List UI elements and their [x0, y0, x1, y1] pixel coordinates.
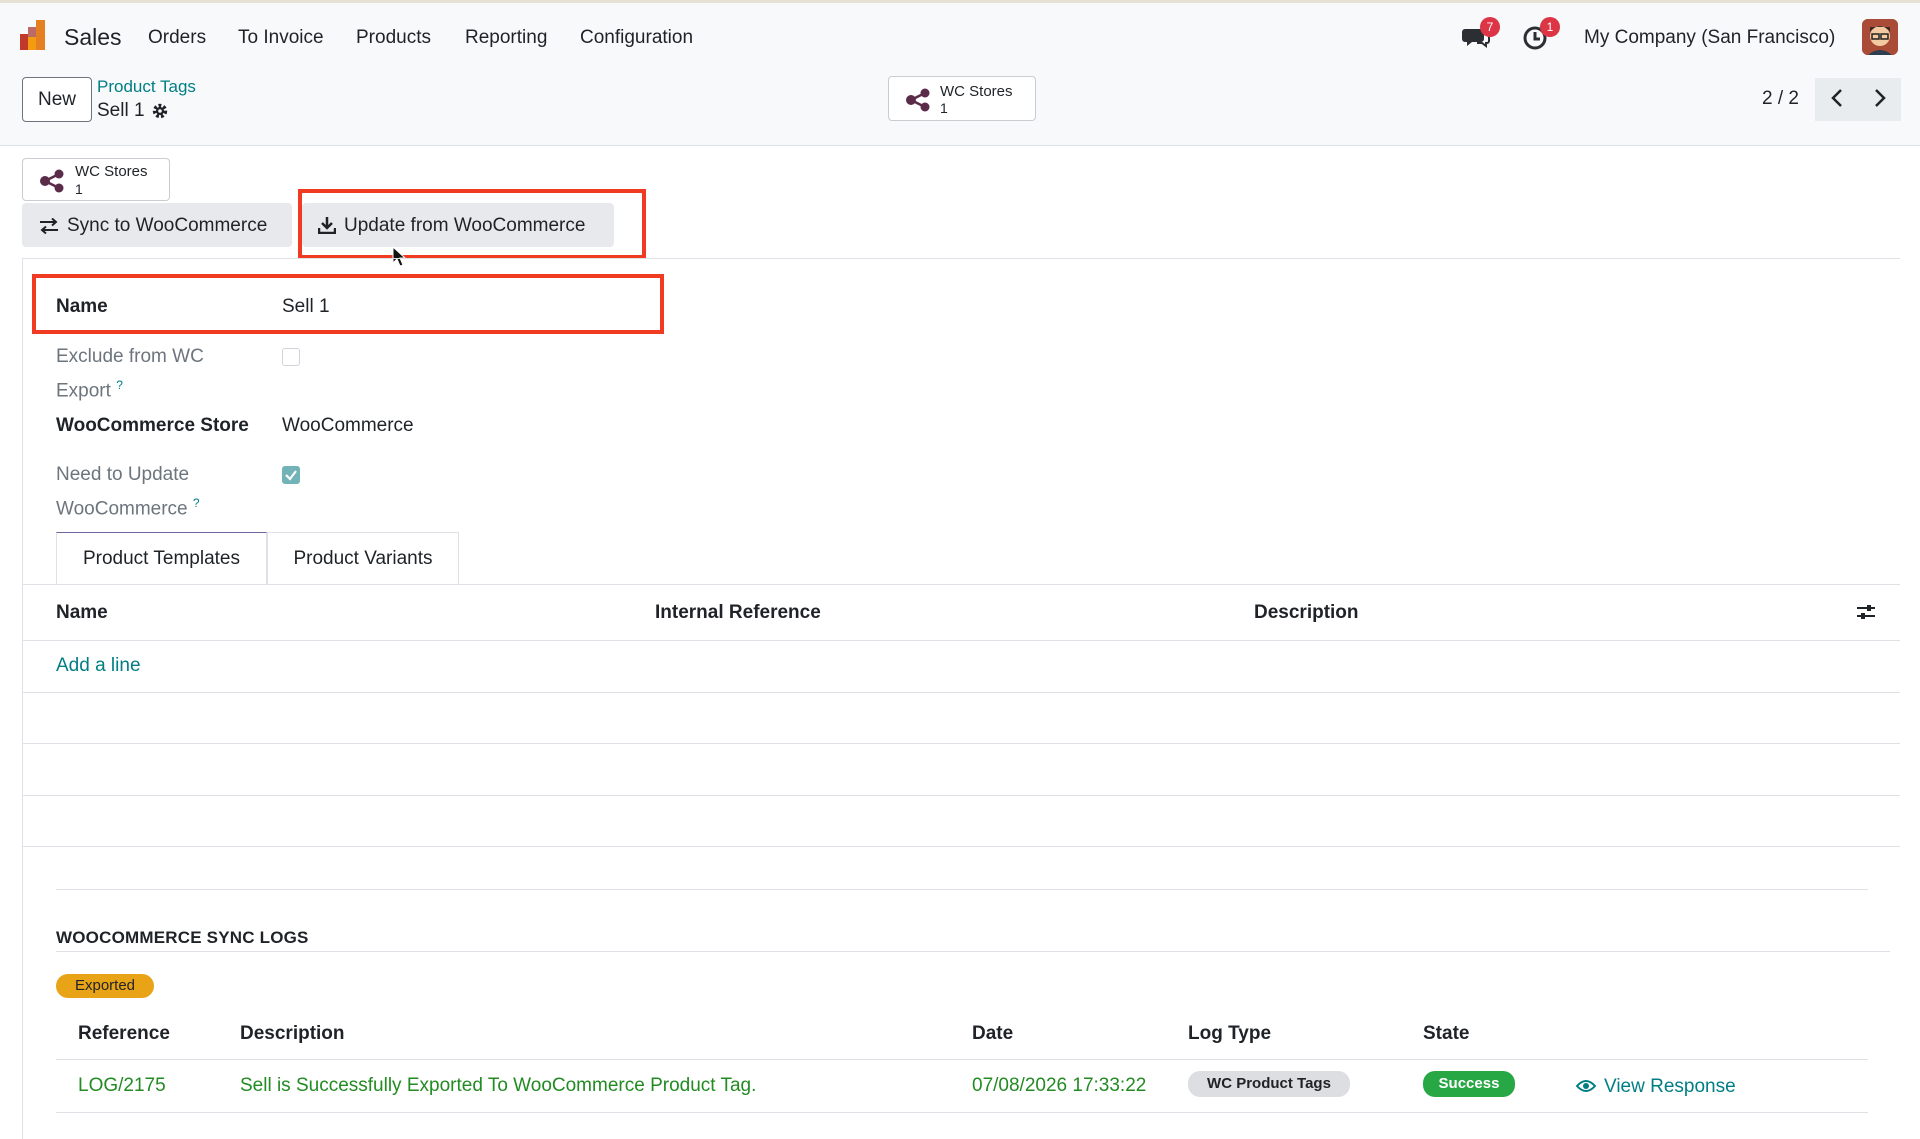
- form-sheet: [22, 258, 1900, 1139]
- eye-icon: [1576, 1080, 1596, 1092]
- gear-icon[interactable]: [151, 102, 169, 120]
- update-from-woocommerce-button[interactable]: Update from WooCommerce: [302, 203, 614, 247]
- need-update-label-line1: Need to Update: [56, 464, 190, 485]
- sync-to-woocommerce-button[interactable]: Sync to WooCommerce: [22, 203, 292, 247]
- nav-products[interactable]: Products: [356, 27, 431, 49]
- col-name-header[interactable]: Name: [56, 602, 108, 624]
- log-reference[interactable]: LOG/2175: [78, 1075, 166, 1097]
- control-panel: New Product Tags Sell 1 WC Stores 1 2 / …: [0, 68, 1920, 146]
- help-icon[interactable]: ?: [116, 378, 123, 392]
- need-update-checkbox[interactable]: [282, 466, 300, 484]
- table-row-divider: [22, 846, 1900, 847]
- table-header-divider: [22, 640, 1900, 641]
- log-row-divider: [56, 1112, 1868, 1113]
- log-col-description[interactable]: Description: [240, 1023, 345, 1045]
- nav-reporting[interactable]: Reporting: [465, 27, 547, 49]
- chevron-left-icon: [1830, 89, 1842, 107]
- user-avatar[interactable]: [1862, 19, 1898, 55]
- exported-group-badge[interactable]: Exported: [56, 974, 154, 998]
- log-col-log-type[interactable]: Log Type: [1188, 1023, 1271, 1045]
- pager-previous-button[interactable]: [1815, 78, 1858, 121]
- new-button[interactable]: New: [22, 77, 92, 122]
- activities-badge: 1: [1540, 17, 1560, 37]
- nav-configuration[interactable]: Configuration: [580, 27, 693, 49]
- exclude-label: Exclude from WC Export ?: [56, 343, 204, 405]
- log-date[interactable]: 07/08/2026 17:33:22: [972, 1075, 1146, 1097]
- column-settings-icon[interactable]: [1856, 603, 1876, 621]
- name-label: Name: [56, 296, 108, 317]
- wc-stores-smart-button[interactable]: WC Stores 1: [22, 158, 170, 201]
- log-col-date[interactable]: Date: [972, 1023, 1013, 1045]
- user-avatar-icon: [1862, 19, 1898, 55]
- add-a-line-link[interactable]: Add a line: [56, 655, 141, 677]
- sync-label: Sync to WooCommerce: [67, 215, 268, 236]
- table-row-divider: [22, 692, 1900, 693]
- help-icon[interactable]: ?: [193, 496, 200, 510]
- company-switcher[interactable]: My Company (San Francisco): [1584, 27, 1835, 49]
- tab-product-variants[interactable]: Product Variants: [267, 532, 459, 585]
- sync-logs-title: WOOCOMMERCE SYNC LOGS: [56, 928, 309, 947]
- need-update-label-line2-wrap: WooCommerce ?: [56, 489, 200, 523]
- nav-orders[interactable]: Orders: [148, 27, 206, 49]
- app-name[interactable]: Sales: [64, 24, 122, 51]
- checkmark-icon: [285, 470, 297, 481]
- share-icon: [40, 169, 64, 193]
- chevron-right-icon: [1874, 89, 1886, 107]
- messages-button[interactable]: 7: [1462, 17, 1500, 51]
- tab-underline: [22, 584, 1900, 585]
- breadcrumb-product-tags[interactable]: Product Tags: [97, 77, 196, 97]
- logs-title-divider: [56, 951, 1890, 952]
- nav-to-invoice[interactable]: To Invoice: [238, 27, 324, 49]
- wc-stores-title: WC Stores: [940, 83, 1013, 100]
- table-row-divider: [22, 795, 1900, 796]
- exclude-checkbox[interactable]: [282, 348, 300, 366]
- update-label: Update from WooCommerce: [344, 215, 586, 236]
- top-navbar: Sales Orders To Invoice Products Reporti…: [0, 0, 1920, 68]
- download-icon: [318, 217, 336, 234]
- share-icon: [906, 88, 930, 112]
- tab-product-templates[interactable]: Product Templates: [56, 532, 267, 585]
- exclude-label-line2-wrap: Export ?: [56, 371, 204, 405]
- activities-button[interactable]: 1: [1522, 17, 1560, 51]
- wc-stores-title: WC Stores: [75, 163, 148, 180]
- wc-stores-count: 1: [75, 181, 83, 197]
- pager-value[interactable]: 2 / 2: [1762, 88, 1799, 110]
- breadcrumb-current-record: Sell 1: [97, 100, 145, 121]
- messages-badge: 7: [1480, 17, 1500, 37]
- log-description[interactable]: Sell is Successfully Exported To WooComm…: [240, 1075, 756, 1097]
- need-update-label-line2: WooCommerce: [56, 498, 188, 520]
- log-col-reference[interactable]: Reference: [78, 1023, 170, 1045]
- table-row-divider: [22, 743, 1900, 744]
- pager-next-button[interactable]: [1858, 78, 1901, 121]
- store-label: WooCommerce Store: [56, 415, 249, 436]
- need-update-label: Need to Update WooCommerce ?: [56, 461, 200, 523]
- col-description-header[interactable]: Description: [1254, 602, 1359, 624]
- log-col-state[interactable]: State: [1423, 1023, 1469, 1045]
- section-separator: [56, 889, 1868, 890]
- wc-stores-count: 1: [940, 100, 948, 116]
- arrows-exchange-icon: [40, 218, 58, 234]
- log-type-badge: WC Product Tags: [1188, 1071, 1350, 1097]
- col-internal-reference-header[interactable]: Internal Reference: [655, 602, 821, 624]
- exclude-label-line2: Export: [56, 380, 111, 402]
- wc-stores-smart-button-header[interactable]: WC Stores 1: [888, 76, 1036, 121]
- log-header-divider: [56, 1059, 1868, 1060]
- store-field[interactable]: WooCommerce: [282, 415, 414, 437]
- sales-app-icon[interactable]: [20, 20, 50, 50]
- name-field[interactable]: Sell 1: [282, 296, 330, 318]
- view-response-label: View Response: [1604, 1076, 1736, 1097]
- exclude-label-line1: Exclude from WC: [56, 346, 204, 367]
- state-success-badge: Success: [1423, 1071, 1515, 1097]
